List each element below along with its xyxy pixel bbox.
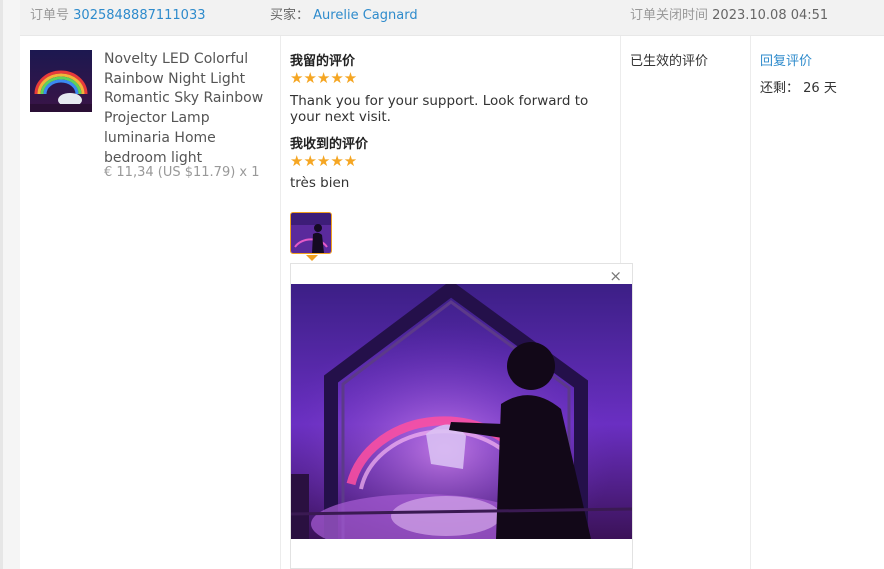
order-number-link[interactable]: 3025848887111033 (73, 8, 205, 23)
received-review-stars: ★★★★★ (290, 152, 358, 170)
review-photo (290, 280, 633, 554)
left-rail (0, 0, 20, 569)
buyer-group: 买家： Aurelie Cagnard (270, 4, 418, 23)
review-page: 订单号 3025848887111033 买家： Aurelie Cagnard… (0, 0, 884, 569)
closed-time-group: 订单关闭时间 2023.10.08 04:51 (630, 4, 828, 23)
viewer-pointer (306, 255, 318, 261)
closed-time-value: 2023.10.08 04:51 (712, 8, 829, 23)
my-review-text: Thank you for your support. Look forward… (290, 93, 589, 125)
order-number-label: 订单号 (30, 8, 70, 23)
review-photo-thumbnail[interactable] (290, 212, 332, 254)
received-review-text: très bien (290, 175, 350, 191)
received-review-heading: 我收到的评价 (290, 137, 369, 152)
product-thumbnail[interactable] (30, 50, 92, 112)
order-header: 订单号 3025848887111033 买家： Aurelie Cagnard… (20, 0, 884, 36)
buyer-name-link[interactable]: Aurelie Cagnard (313, 8, 417, 23)
order-row: Novelty LED Colorful Rainbow Night Light… (20, 36, 884, 569)
rail-edge (0, 0, 3, 569)
reviews-column: 我留的评价 ★★★★★ Thank you for your support. … (290, 50, 620, 191)
my-review-stars: ★★★★★ (290, 69, 358, 87)
product-price: € 11,34 (US $11.79) x 1 (104, 165, 260, 180)
order-number-group: 订单号 3025848887111033 (30, 4, 206, 23)
remaining-value: 26 天 (803, 81, 837, 96)
reply-review-link[interactable]: 回复评价 (760, 50, 812, 69)
closed-time-label: 订单关闭时间 (630, 8, 709, 23)
my-review-heading: 我留的评价 (290, 54, 356, 69)
remaining-days: 还剩： 26 天 (760, 77, 837, 96)
product-title[interactable]: Novelty LED Colorful Rainbow Night Light… (104, 50, 279, 168)
review-status: 已生效的评价 (630, 54, 709, 69)
column-divider (280, 36, 281, 569)
buyer-label: 买家： (270, 8, 310, 23)
close-icon[interactable]: × (609, 267, 622, 285)
photo-viewer: × (290, 263, 633, 569)
remaining-label: 还剩： (760, 81, 800, 96)
column-divider (750, 36, 751, 569)
